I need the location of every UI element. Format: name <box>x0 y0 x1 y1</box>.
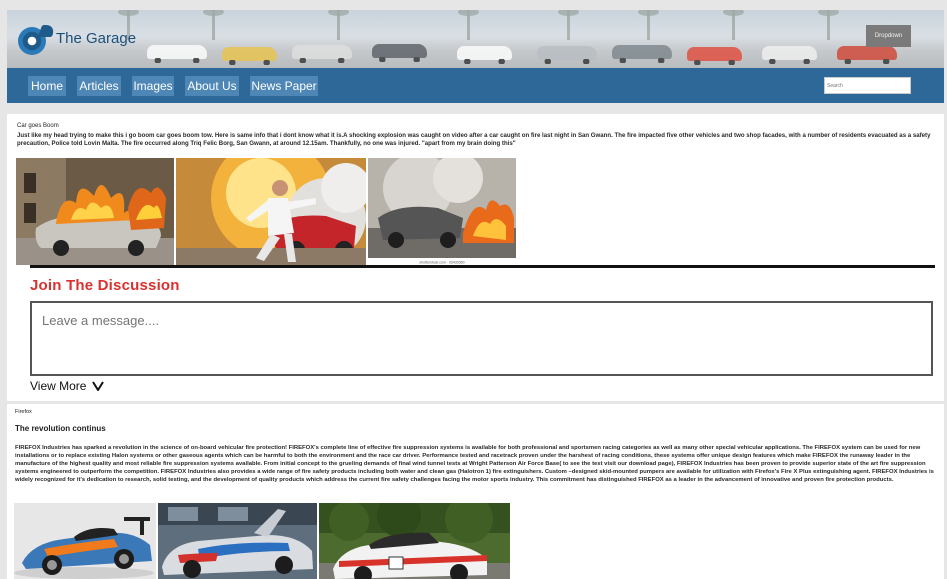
article-body: FIREFOX Industries has sparked a revolut… <box>15 445 934 483</box>
header-banner: The Garage Dropdown <box>7 10 944 68</box>
dropdown-button[interactable]: Dropdown <box>866 25 911 47</box>
search-input[interactable] <box>824 77 911 94</box>
article-car-goes-boom: Car goes Boom Just like my head trying t… <box>7 114 944 401</box>
logo-fin <box>37 25 57 37</box>
article-subtitle: The revolution continus <box>15 424 106 433</box>
race-car-photo-1[interactable] <box>14 503 156 579</box>
article-firefox: Firefox The revolution continus FIREFOX … <box>7 404 944 579</box>
car-explosion-photo-2[interactable] <box>176 158 366 265</box>
nav-item-news-paper[interactable]: News Paper <box>250 76 318 96</box>
image-watermark: shutterstock.com · 93439360 <box>419 261 464 265</box>
main-nav: Home Articles Images About Us News Paper <box>7 68 944 103</box>
nav-item-images[interactable]: Images <box>132 76 174 96</box>
discussion-heading: Join The Discussion <box>30 277 180 294</box>
nav-item-about-us[interactable]: About Us <box>185 76 239 96</box>
chevron-down-icon <box>91 381 104 392</box>
view-more-label: View More <box>30 379 87 393</box>
site-title[interactable]: The Garage <box>56 30 136 47</box>
article-title: Firefox <box>15 409 32 415</box>
car-fire-photo-1[interactable] <box>16 158 174 265</box>
article-body: Just like my head trying to make this i … <box>17 132 931 148</box>
rally-car-photo-3[interactable] <box>319 503 510 579</box>
section-divider <box>30 265 935 268</box>
car-crash-photo-3[interactable]: shutterstock.com · 93439360 <box>368 158 516 265</box>
article-title: Car goes Boom <box>17 123 59 129</box>
race-car-photo-2[interactable] <box>158 503 317 579</box>
view-more-link[interactable]: View More <box>30 379 104 393</box>
nav-item-home[interactable]: Home <box>28 76 66 96</box>
nav-item-articles[interactable]: Articles <box>77 76 121 96</box>
message-textarea[interactable] <box>30 301 933 376</box>
